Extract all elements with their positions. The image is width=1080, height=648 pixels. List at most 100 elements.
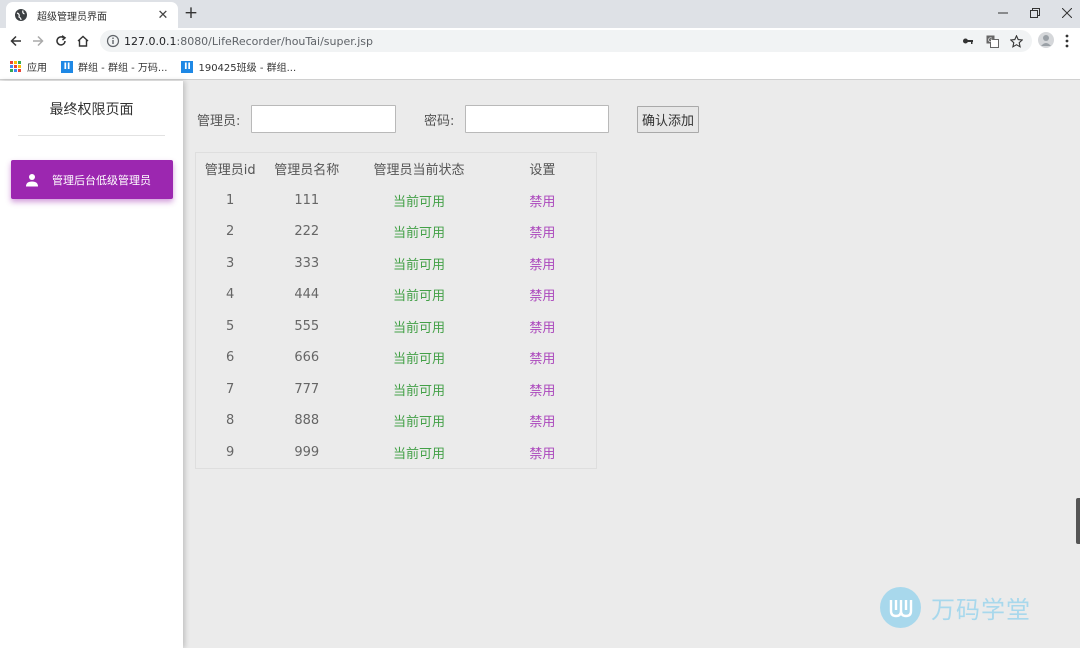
wanma-logo-icon: [880, 587, 921, 628]
column-header-status: 管理员当前状态: [373, 163, 465, 179]
bookmark-label: 190425班级 - 群组...: [198, 63, 297, 74]
password-label: 密码:: [424, 114, 455, 129]
status-text: 当前可用: [392, 446, 445, 462]
address-bar[interactable]: 127.0.0.1:8080/LifeRecorder/houTai/super…: [100, 30, 1032, 52]
more-menu-icon[interactable]: [1060, 32, 1074, 50]
info-icon[interactable]: [106, 34, 120, 48]
svg-text:G: G: [988, 37, 993, 44]
admin-id: 5: [226, 318, 235, 334]
watermark-text: 万码学堂: [931, 596, 1031, 624]
admin-id: 8: [226, 413, 235, 429]
floating-scroll-handle[interactable]: [1076, 498, 1080, 544]
admin-id: 1: [226, 192, 235, 208]
admin-name: 666: [294, 350, 320, 366]
forward-arrow-icon[interactable]: [28, 31, 48, 51]
disable-link[interactable]: 禁用: [489, 185, 597, 217]
browser-tab[interactable]: 超级管理员界面 ✕: [6, 2, 178, 28]
minimize-icon[interactable]: [988, 2, 1018, 24]
disable-link[interactable]: 禁用: [489, 437, 597, 469]
admin-name: 777: [294, 381, 320, 397]
disable-link[interactable]: 禁用: [489, 311, 597, 343]
admin-name: 111: [294, 192, 320, 208]
confirm-add-button[interactable]: 确认添加: [637, 106, 699, 133]
table-row: 7 777 当前可用 禁用: [196, 374, 597, 406]
column-header-name: 管理员名称: [274, 163, 340, 179]
admin-id: 2: [226, 224, 235, 240]
sidebar-divider: [18, 135, 165, 136]
password-input[interactable]: [465, 105, 609, 133]
status-text: 当前可用: [392, 289, 445, 305]
admin-name: 444: [294, 287, 320, 303]
bookmark-item[interactable]: II 群组 - 群组 - 万码...: [61, 59, 167, 74]
status-text: 当前可用: [392, 194, 445, 210]
bookmark-label: 应用: [27, 63, 47, 74]
status-text: 当前可用: [392, 383, 445, 399]
back-arrow-icon[interactable]: [6, 31, 26, 51]
admin-id: 9: [226, 444, 235, 460]
admin-id: 7: [226, 381, 235, 397]
wanma-logo-icon: II: [181, 60, 194, 73]
admin-id: 6: [226, 350, 235, 366]
admin-id: 4: [226, 287, 235, 303]
admin-id: 3: [226, 255, 235, 271]
disable-link[interactable]: 禁用: [489, 342, 597, 374]
profile-avatar-icon[interactable]: [1038, 32, 1054, 48]
admin-name: 999: [294, 444, 320, 460]
reload-icon[interactable]: [51, 31, 71, 51]
page-content: 最终权限页面 管理后台低级管理员 管理员: 密码: 确认添加 管理员id 管理员…: [0, 81, 1080, 648]
admin-name: 333: [294, 255, 320, 271]
status-text: 当前可用: [392, 352, 445, 368]
globe-icon: [14, 8, 28, 22]
status-text: 当前可用: [392, 415, 445, 431]
restore-icon[interactable]: [1020, 2, 1050, 24]
disable-link[interactable]: 禁用: [489, 279, 597, 311]
admin-label: 管理员:: [197, 114, 241, 129]
admin-name-input[interactable]: [251, 105, 396, 133]
close-tab-icon[interactable]: ✕: [156, 8, 170, 23]
status-text: 当前可用: [392, 320, 445, 336]
disable-link[interactable]: 禁用: [489, 405, 597, 437]
table-row: 8 888 当前可用 禁用: [196, 405, 597, 437]
key-icon[interactable]: [960, 33, 976, 49]
sidebar: 最终权限页面 管理后台低级管理员: [0, 81, 183, 648]
tab-title: 超级管理员界面: [37, 11, 107, 23]
sidebar-title: 最终权限页面: [49, 102, 134, 118]
table-row: 9 999 当前可用 禁用: [196, 437, 597, 469]
status-text: 当前可用: [392, 257, 445, 273]
disable-link[interactable]: 禁用: [489, 248, 597, 280]
url-text: 127.0.0.1:8080/LifeRecorder/houTai/super…: [124, 34, 374, 48]
star-icon[interactable]: [1008, 33, 1024, 49]
person-icon: [25, 173, 39, 187]
status-text: 当前可用: [392, 226, 445, 242]
admin-table: 管理员id 管理员名称 管理员当前状态 设置 1 111 当前可用 禁用 2 222 当前…: [195, 152, 597, 469]
sidebar-item-manage-admins[interactable]: 管理后台低级管理员: [11, 160, 173, 199]
column-header-id: 管理员id: [204, 163, 256, 179]
table-row: 3 333 当前可用 禁用: [196, 248, 597, 280]
bookmarks-bar: 应用 II 群组 - 群组 - 万码... II 190425班级 - 群组..…: [0, 54, 1080, 80]
translate-icon[interactable]: G: [984, 33, 1000, 49]
admin-name: 222: [294, 224, 320, 240]
disable-link[interactable]: 禁用: [489, 216, 597, 248]
wanma-logo-icon: II: [61, 60, 73, 73]
table-row: 4 444 当前可用 禁用: [196, 279, 597, 311]
toolbar: 127.0.0.1:8080/LifeRecorder/houTai/super…: [0, 28, 1080, 54]
home-icon[interactable]: [73, 31, 93, 51]
table-header-row: 管理员id 管理员名称 管理员当前状态 设置: [196, 153, 597, 185]
new-tab-icon[interactable]: +: [183, 3, 199, 23]
table-row: 2 222 当前可用 禁用: [196, 216, 597, 248]
column-header-settings: 设置: [529, 163, 556, 179]
disable-link[interactable]: 禁用: [489, 374, 597, 406]
sidebar-item-label: 管理后台低级管理员: [52, 173, 151, 187]
admin-name: 888: [294, 413, 320, 429]
apps-grid-icon: [10, 61, 21, 72]
bookmark-label: 群组 - 群组 - 万码...: [78, 63, 168, 74]
close-window-icon[interactable]: [1052, 2, 1080, 24]
bookmark-apps[interactable]: 应用: [10, 59, 47, 74]
table-row: 5 555 当前可用 禁用: [196, 311, 597, 343]
admin-name: 555: [294, 318, 320, 334]
table-row: 6 666 当前可用 禁用: [196, 342, 597, 374]
bookmark-item[interactable]: II 190425班级 - 群组...: [181, 59, 296, 74]
watermark: 万码学堂: [880, 587, 1031, 628]
table-row: 1 111 当前可用 禁用: [196, 185, 597, 217]
browser-tab-strip: 超级管理员界面 ✕ +: [0, 0, 1080, 28]
